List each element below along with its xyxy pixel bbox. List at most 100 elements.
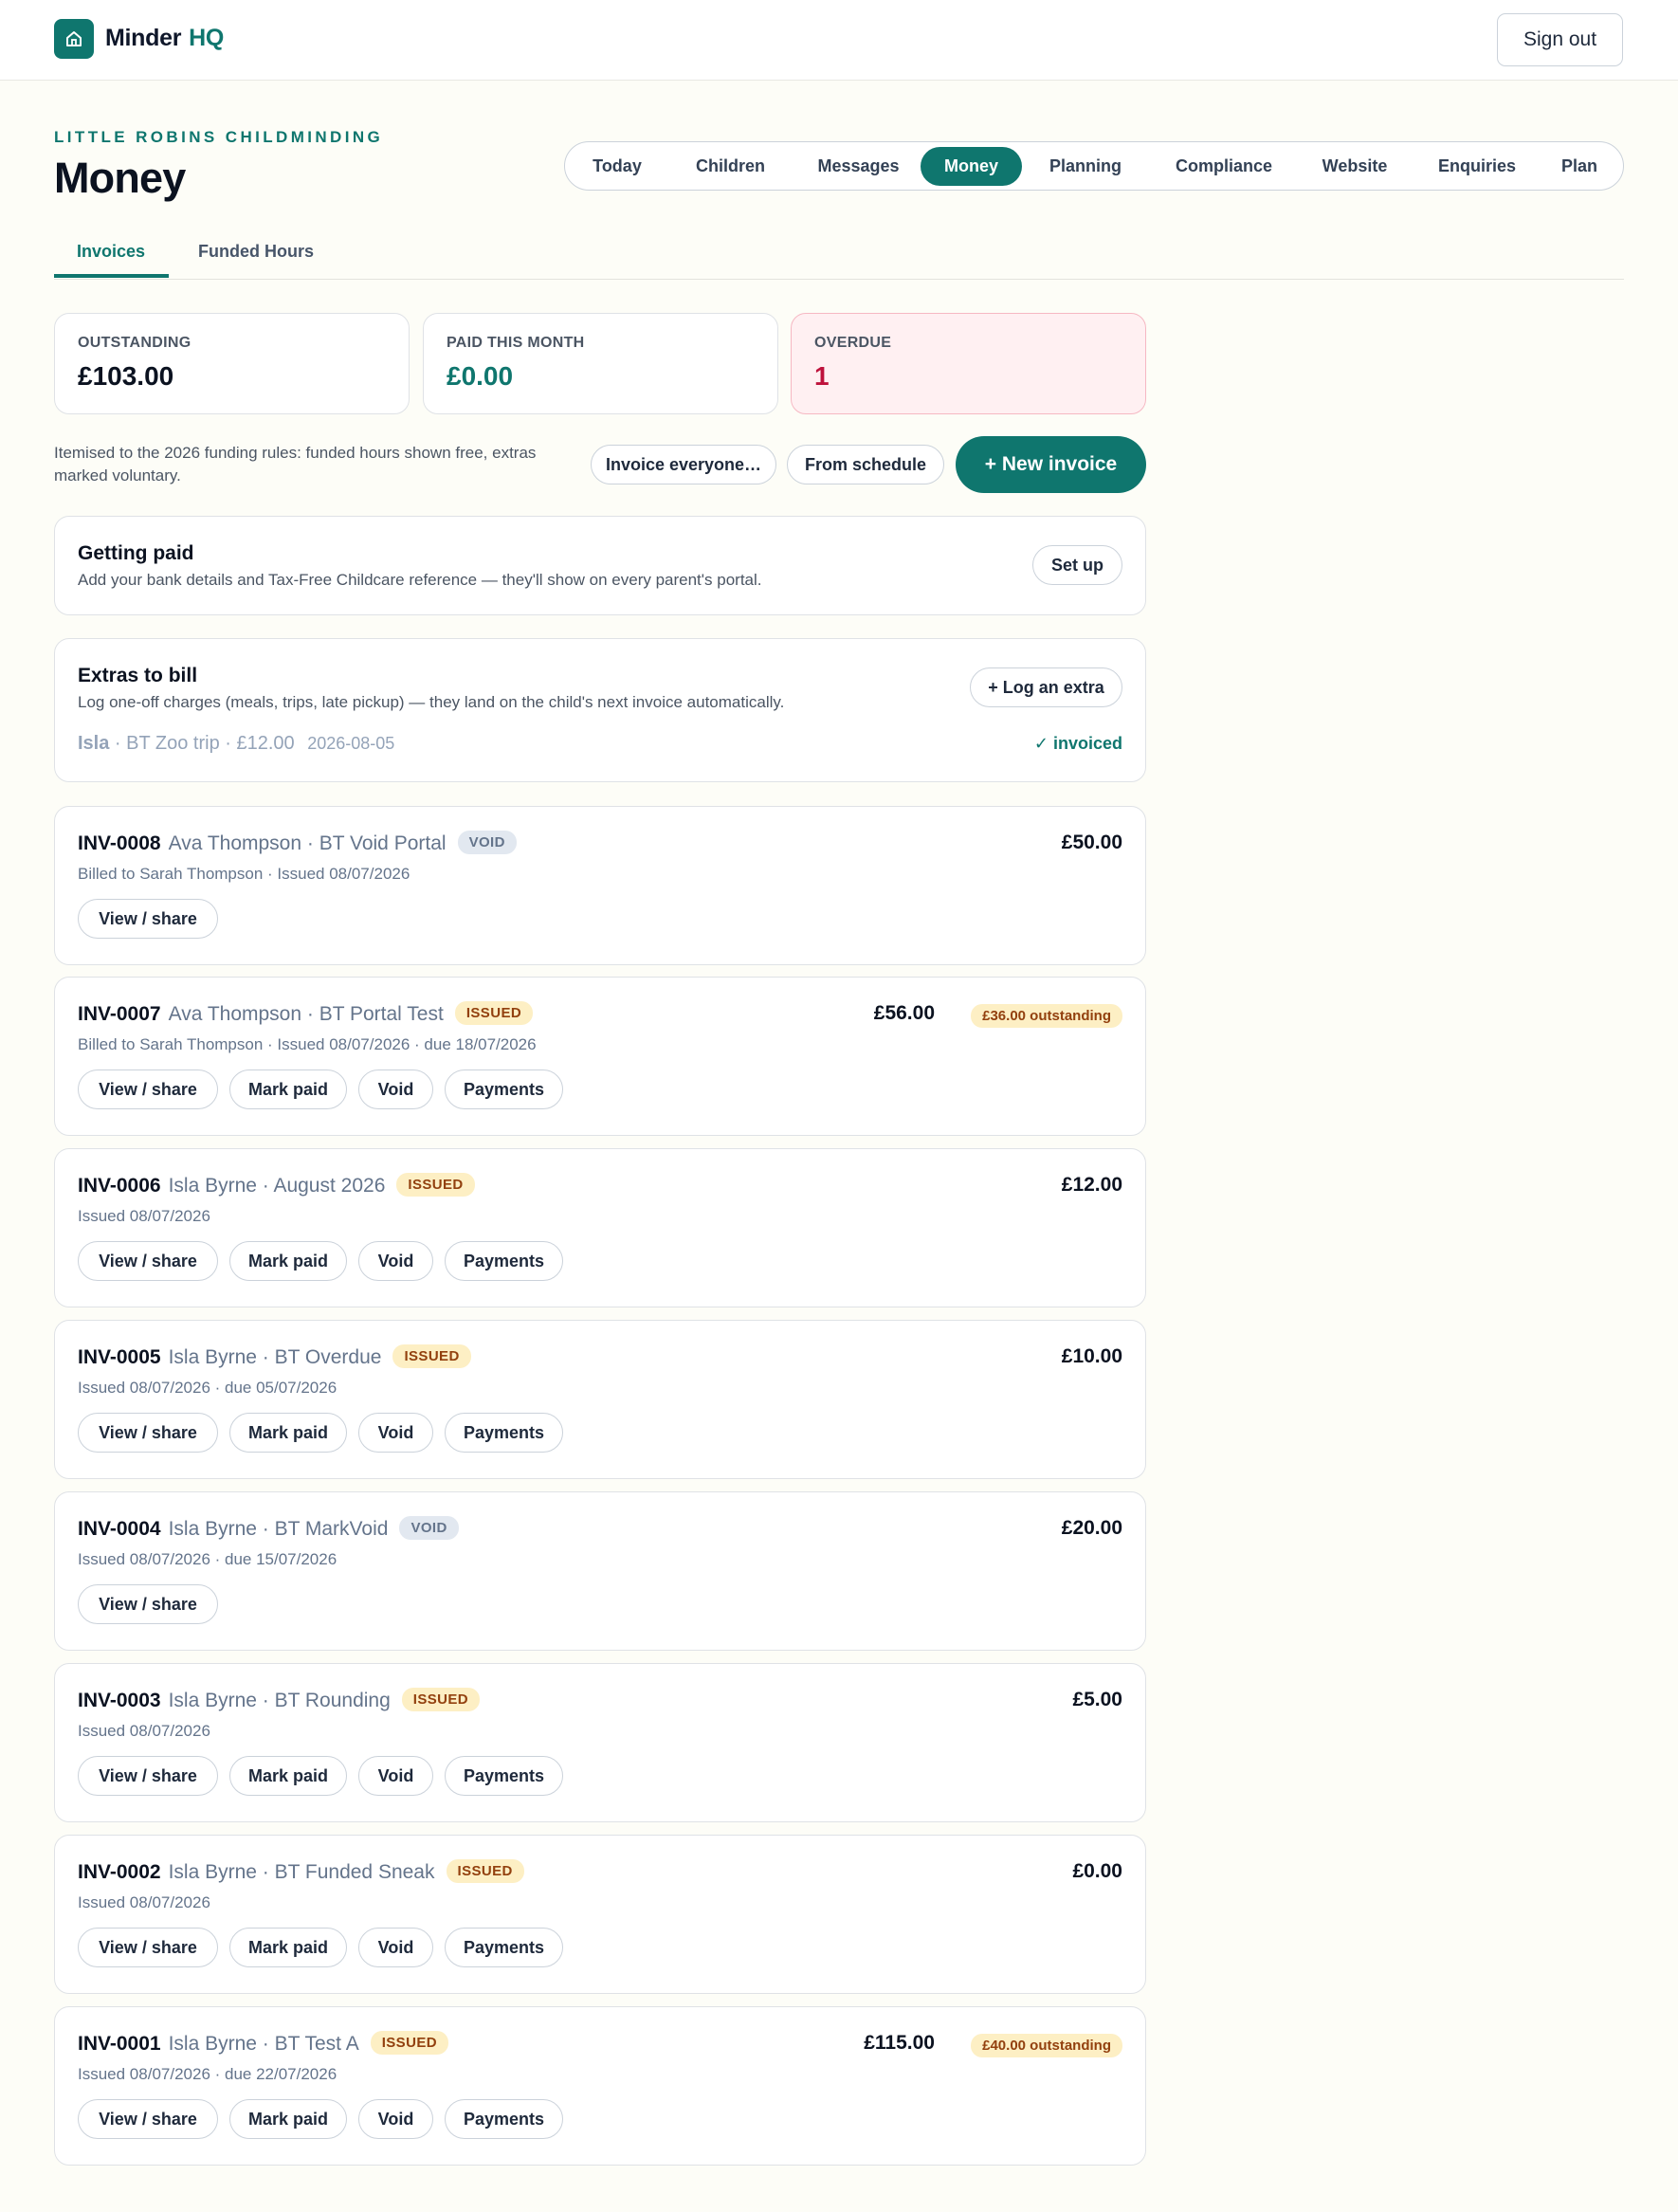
new-invoice-button[interactable]: + New invoice <box>956 436 1146 493</box>
extra-item-child: Isla <box>78 733 110 754</box>
view-share-button[interactable]: View / share <box>78 1241 218 1281</box>
extra-item-date: 2026-08-05 <box>307 734 395 753</box>
nav-messages[interactable]: Messages <box>801 147 916 186</box>
invoice-amount: £0.00 <box>1072 1860 1122 1882</box>
nav-children[interactable]: Children <box>679 147 782 186</box>
invoice-heading: INV-0003 Isla Byrne · BT Rounding ISSUED <box>78 1688 481 1712</box>
nav-plan[interactable]: Plan <box>1543 147 1615 186</box>
getting-paid-desc: Add your bank details and Tax-Free Child… <box>78 571 762 589</box>
invoice-card: INV-0002 Isla Byrne · BT Funded Sneak ISSU… <box>54 1835 1146 1994</box>
mark-paid-button[interactable]: Mark paid <box>229 1756 347 1796</box>
sign-out-button[interactable]: Sign out <box>1497 13 1623 66</box>
org-name: LITTLE ROBINS CHILDMINDING <box>54 128 384 146</box>
void-button[interactable]: Void <box>358 1928 433 1967</box>
invoice-child-description: Isla Byrne · BT MarkVoid <box>168 1518 389 1540</box>
brand-name[interactable]: Minder HQ <box>105 25 224 52</box>
invoice-number: INV-0002 <box>78 1861 161 1883</box>
payments-button[interactable]: Payments <box>445 1413 563 1453</box>
void-button[interactable]: Void <box>358 1756 433 1796</box>
payments-button[interactable]: Payments <box>445 1241 563 1281</box>
stat-paid-label: PAID THIS MONTH <box>447 335 585 351</box>
invoice-card: INV-0003 Isla Byrne · BT Rounding ISSUED Is… <box>54 1663 1146 1822</box>
nav-money[interactable]: Money <box>921 147 1022 186</box>
invoice-meta: Issued 08/07/2026 · due 05/07/2026 <box>78 1379 337 1397</box>
invoice-amount: £20.00 <box>1061 1517 1122 1539</box>
invoice-card: INV-0005 Isla Byrne · BT Overdue ISSUED Iss… <box>54 1320 1146 1479</box>
invoice-amount: £5.00 <box>1072 1689 1122 1710</box>
mark-paid-button[interactable]: Mark paid <box>229 1241 347 1281</box>
payments-button[interactable]: Payments <box>445 1756 563 1796</box>
invoice-meta: Billed to Sarah Thompson · Issued 08/07/… <box>78 1035 537 1053</box>
view-share-button[interactable]: View / share <box>78 1413 218 1453</box>
invoice-amount: £50.00 <box>1061 832 1122 853</box>
status-badge: VOID <box>457 831 517 854</box>
invoice-meta: Issued 08/07/2026 · due 22/07/2026 <box>78 2065 337 2083</box>
void-button[interactable]: Void <box>358 1413 433 1453</box>
invoice-card: INV-0004 Isla Byrne · BT MarkVoid VOID Issu… <box>54 1491 1146 1651</box>
invoice-card: INV-0006 Isla Byrne · August 2026 ISSUED Is… <box>54 1148 1146 1307</box>
extra-item-text: · BT Zoo trip · £12.00 <box>114 733 295 754</box>
invoice-child-description: Isla Byrne · August 2026 <box>168 1175 386 1197</box>
mark-paid-button[interactable]: Mark paid <box>229 1069 347 1109</box>
view-share-button[interactable]: View / share <box>78 1069 218 1109</box>
top-bar: Minder HQ Sign out <box>0 0 1678 81</box>
stat-overdue: OVERDUE 1 <box>791 313 1146 414</box>
nav-compliance[interactable]: Compliance <box>1158 147 1290 186</box>
void-button[interactable]: Void <box>358 1241 433 1281</box>
nav-website[interactable]: Website <box>1301 147 1409 186</box>
invoice-amount: £56.00 <box>873 1002 935 1024</box>
payments-button[interactable]: Payments <box>445 1928 563 1967</box>
mark-paid-button[interactable]: Mark paid <box>229 2099 347 2139</box>
main-nav: Today Children Messages Money Planning C… <box>564 141 1624 191</box>
invoice-number: INV-0006 <box>78 1175 161 1197</box>
void-button[interactable]: Void <box>358 1069 433 1109</box>
house-icon <box>66 31 82 46</box>
stat-overdue-label: OVERDUE <box>814 335 892 351</box>
nav-today[interactable]: Today <box>575 147 660 186</box>
invoice-child-description: Ava Thompson · BT Void Portal <box>168 832 447 854</box>
invoice-heading: INV-0001 Isla Byrne · BT Test A ISSUED <box>78 2031 448 2056</box>
stat-outstanding-label: OUTSTANDING <box>78 335 192 351</box>
extra-item-status: ✓ invoiced <box>1033 734 1122 753</box>
view-share-button[interactable]: View / share <box>78 1928 218 1967</box>
getting-paid-card: Getting paid Add your bank details and T… <box>54 516 1146 615</box>
view-share-button[interactable]: View / share <box>78 2099 218 2139</box>
from-schedule-button[interactable]: From schedule <box>787 445 944 484</box>
invoice-card: INV-0001 Isla Byrne · BT Test A ISSUED Issu… <box>54 2006 1146 2166</box>
view-share-button[interactable]: View / share <box>78 899 218 939</box>
payments-button[interactable]: Payments <box>445 1069 563 1109</box>
invoice-heading: INV-0002 Isla Byrne · BT Funded Sneak ISSU… <box>78 1859 524 1884</box>
invoice-heading: INV-0005 Isla Byrne · BT Overdue ISSUED <box>78 1344 471 1369</box>
status-badge: ISSUED <box>396 1173 475 1197</box>
status-badge: ISSUED <box>370 2031 448 2055</box>
funding-rules-note: Itemised to the 2026 funding rules: fund… <box>54 444 537 484</box>
outstanding-badge: £36.00 outstanding <box>971 1004 1122 1028</box>
invoice-amount: £10.00 <box>1061 1345 1122 1367</box>
status-badge: ISSUED <box>401 1688 481 1711</box>
invoice-everyone-button[interactable]: Invoice everyone… <box>591 445 776 484</box>
extras-desc: Log one-off charges (meals, trips, late … <box>78 693 785 711</box>
status-badge: ISSUED <box>446 1859 524 1883</box>
payments-button[interactable]: Payments <box>445 2099 563 2139</box>
stat-overdue-value: 1 <box>814 361 830 391</box>
void-button[interactable]: Void <box>358 2099 433 2139</box>
mark-paid-button[interactable]: Mark paid <box>229 1928 347 1967</box>
stat-paid-value: £0.00 <box>447 361 514 391</box>
getting-paid-title: Getting paid <box>78 542 194 564</box>
log-extra-button[interactable]: + Log an extra <box>970 667 1122 707</box>
view-share-button[interactable]: View / share <box>78 1756 218 1796</box>
brand-suffix: HQ <box>189 25 225 51</box>
status-badge: ISSUED <box>392 1344 471 1368</box>
nav-enquiries[interactable]: Enquiries <box>1418 147 1536 186</box>
invoice-heading: INV-0007 Ava Thompson · BT Portal Test ISS… <box>78 1001 534 1026</box>
invoice-number: INV-0003 <box>78 1690 161 1711</box>
nav-planning[interactable]: Planning <box>1033 147 1138 186</box>
tab-funded-hours[interactable]: Funded Hours <box>198 242 314 262</box>
invoice-meta: Issued 08/07/2026 · due 15/07/2026 <box>78 1550 337 1568</box>
home-logo-icon[interactable] <box>54 19 94 59</box>
invoice-meta: Billed to Sarah Thompson · Issued 08/07/… <box>78 865 410 883</box>
set-up-button[interactable]: Set up <box>1032 545 1122 585</box>
tab-invoices[interactable]: Invoices <box>77 242 145 262</box>
view-share-button[interactable]: View / share <box>78 1584 218 1624</box>
mark-paid-button[interactable]: Mark paid <box>229 1413 347 1453</box>
